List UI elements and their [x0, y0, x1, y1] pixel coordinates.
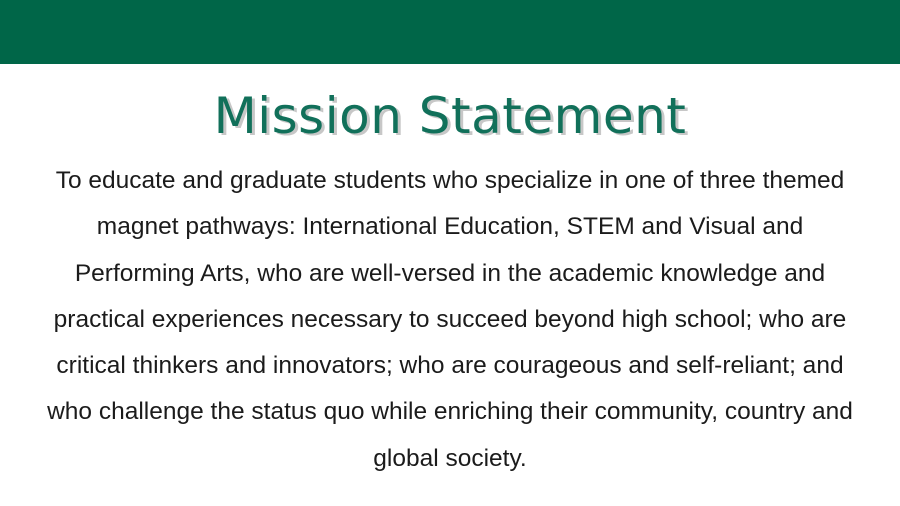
- slide-title: Mission Statement: [213, 87, 687, 145]
- mission-statement-text: To educate and graduate students who spe…: [47, 167, 853, 472]
- top-banner: [0, 0, 900, 64]
